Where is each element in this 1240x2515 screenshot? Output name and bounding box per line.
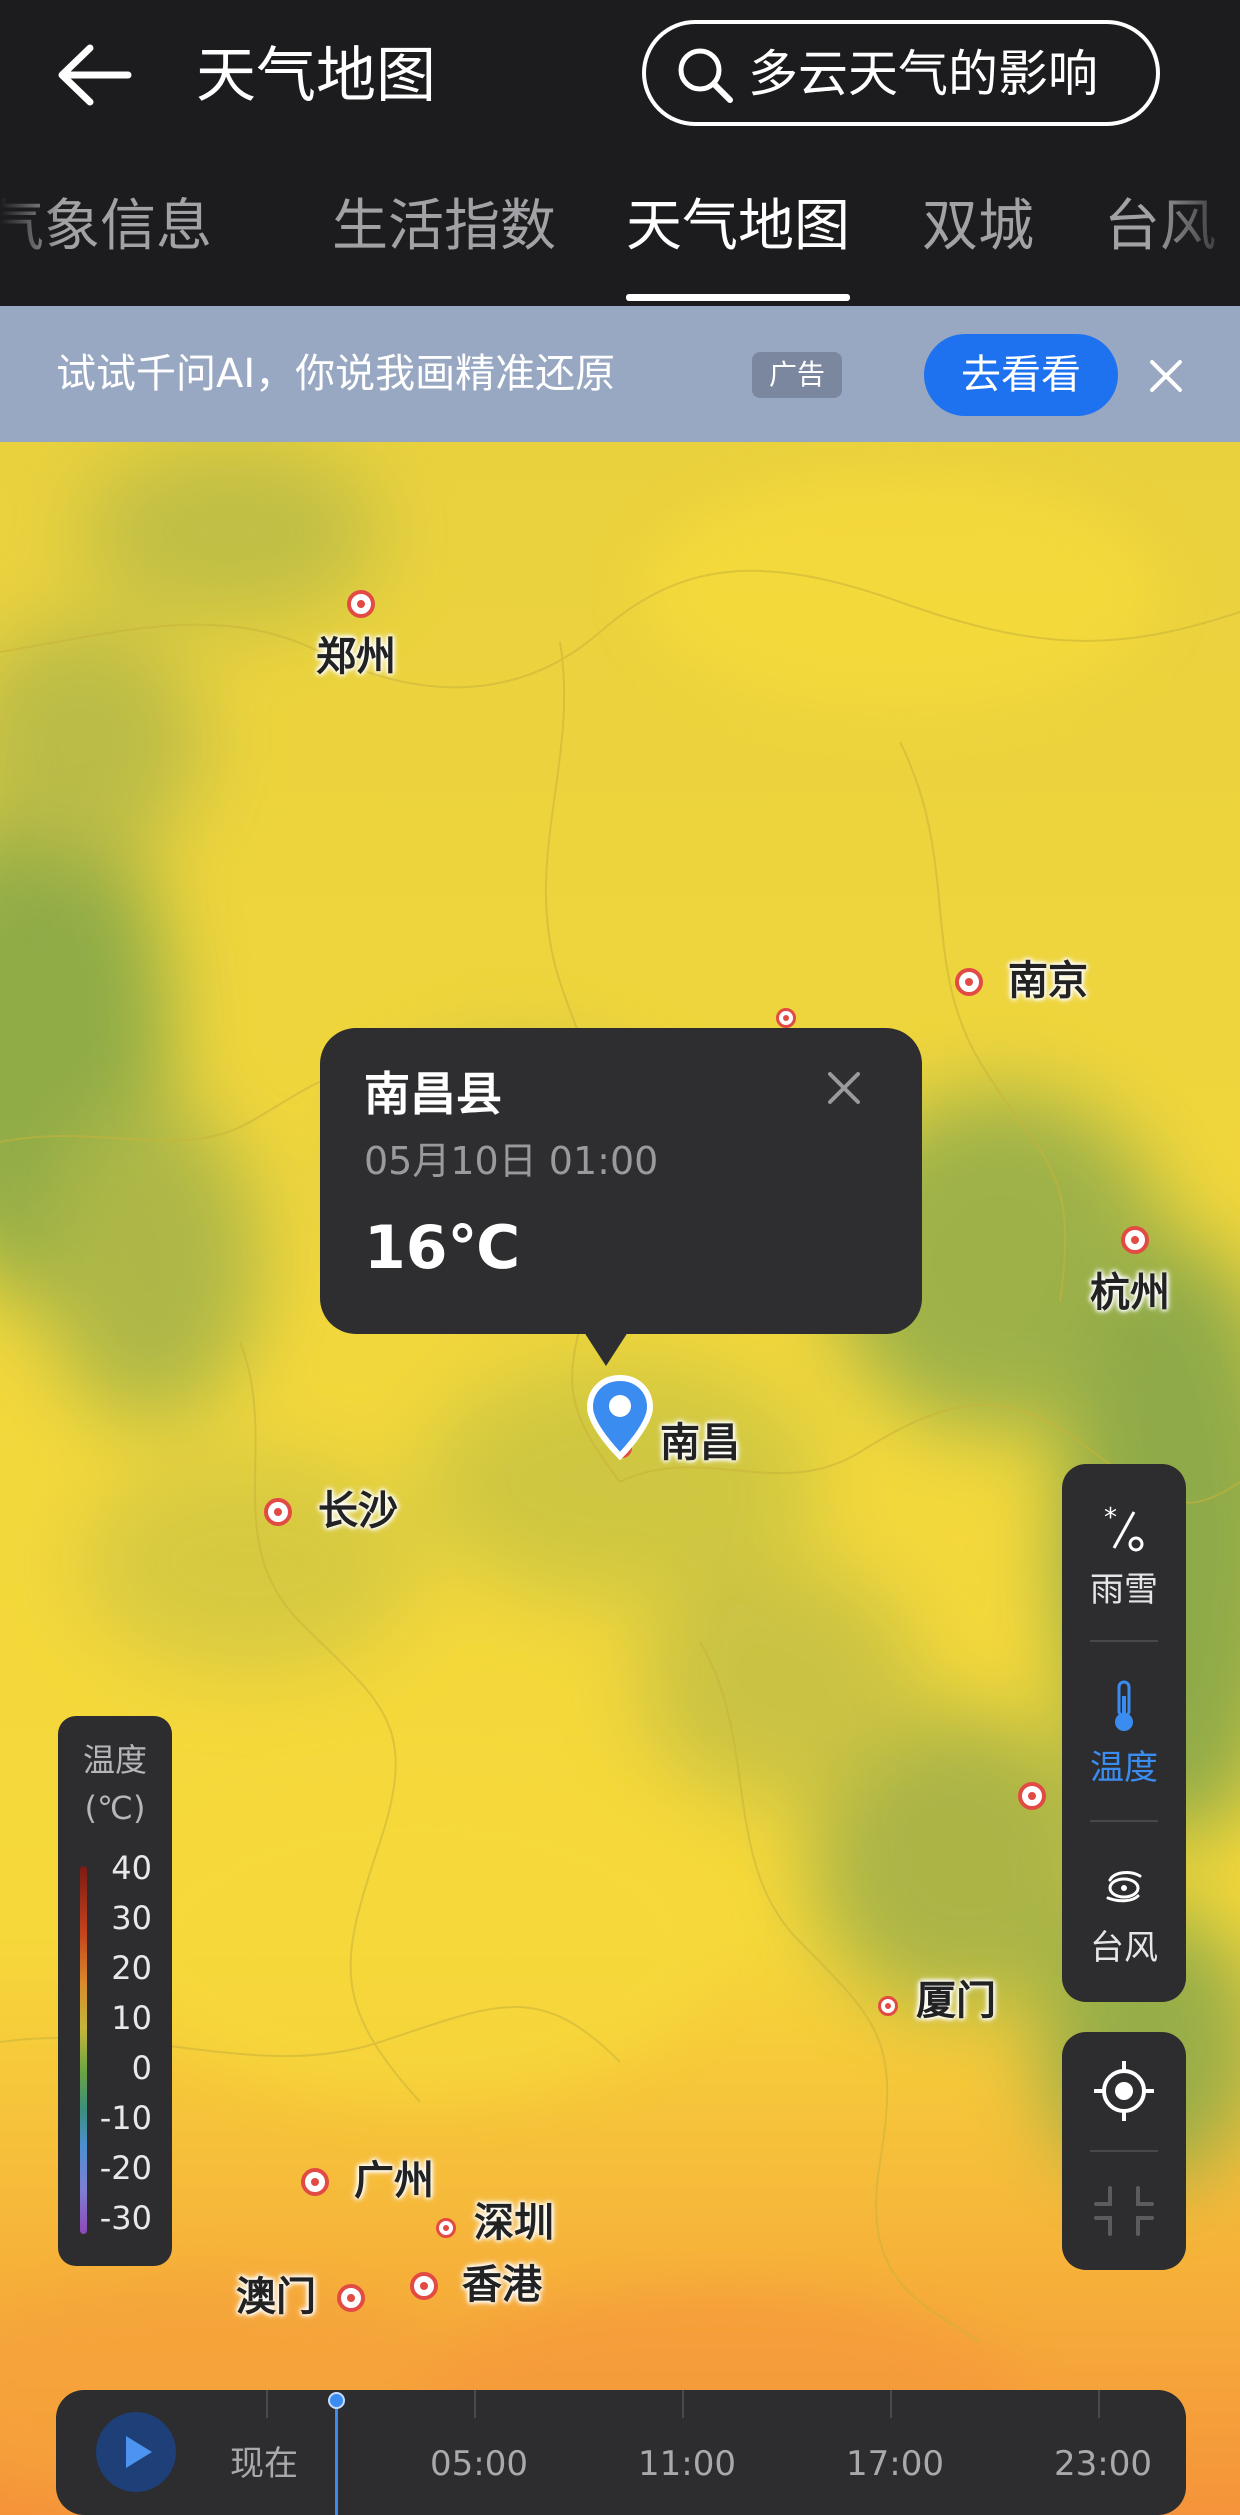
city-label-changsha[interactable]: 长沙 xyxy=(318,1486,398,1536)
ad-banner[interactable]: 试试千问AI，你说我画精准还原 广告 去看看 xyxy=(0,306,1240,442)
tab-dual-city[interactable]: 双城 xyxy=(922,192,1034,262)
close-icon[interactable] xyxy=(824,1068,864,1108)
locate-button[interactable] xyxy=(1062,2032,1186,2150)
temperature-map-layer xyxy=(0,442,1240,2515)
legend-tick: 30 xyxy=(111,1899,152,1937)
city-label-nanchang[interactable]: 南昌 xyxy=(660,1418,740,1468)
legend-tick: -20 xyxy=(99,2149,152,2187)
timeline-player[interactable]: 现在 05:00 11:00 17:00 23:00 xyxy=(56,2390,1186,2515)
city-marker-shenzhen[interactable] xyxy=(436,2218,456,2238)
city-label-hongkong[interactable]: 香港 xyxy=(462,2260,542,2310)
svg-text:*: * xyxy=(1104,1503,1117,1533)
time-tick xyxy=(1098,2390,1100,2418)
typhoon-icon xyxy=(1106,1871,1142,1903)
location-pin-icon[interactable] xyxy=(584,1374,656,1464)
layer-rain-snow-label: 雨雪 xyxy=(1090,1570,1158,1610)
city-marker-macau[interactable] xyxy=(337,2284,365,2312)
layer-rain-snow-button[interactable]: * 雨雪 xyxy=(1062,1464,1186,1634)
ad-text: 试试千问AI，你说我画精准还原 xyxy=(56,351,616,397)
city-label-zhengzhou[interactable]: 郑州 xyxy=(316,632,396,682)
legend-tick: 0 xyxy=(131,2049,152,2087)
layer-temperature-button[interactable]: 温度 xyxy=(1062,1642,1186,1812)
close-icon[interactable] xyxy=(1146,356,1186,396)
location-popup[interactable]: 南昌县 05月10日 01:00 16℃ xyxy=(320,1028,922,1366)
tab-life-index[interactable]: 生活指数 xyxy=(332,192,556,262)
popup-datetime: 05月10日 01:00 xyxy=(364,1139,659,1183)
time-tick xyxy=(682,2390,684,2418)
layer-temperature-label: 温度 xyxy=(1090,1748,1158,1788)
city-marker-unlabeled-east[interactable] xyxy=(1018,1782,1046,1810)
city-label-macau[interactable]: 澳门 xyxy=(236,2272,316,2322)
timeline-cursor-handle[interactable] xyxy=(328,2392,345,2409)
city-label-xiamen[interactable]: 厦门 xyxy=(916,1976,996,2026)
legend-tick: 20 xyxy=(111,1949,152,1987)
tabs-fade-left xyxy=(0,150,60,306)
time-label[interactable]: 11:00 xyxy=(638,2442,736,2486)
tab-bar: 气象信息 生活指数 天气地图 双城 台风 xyxy=(0,150,1240,306)
ad-badge: 广告 xyxy=(752,352,842,398)
city-marker-guangzhou[interactable] xyxy=(301,2168,329,2196)
time-label[interactable]: 23:00 xyxy=(1054,2442,1152,2486)
ad-cta-button[interactable]: 去看看 xyxy=(924,334,1118,416)
top-bar: 天气地图 多云天气的影响 xyxy=(0,0,1240,150)
play-button[interactable] xyxy=(96,2412,176,2492)
city-label-hangzhou[interactable]: 杭州 xyxy=(1090,1268,1170,1318)
search-input[interactable]: 多云天气的影响 xyxy=(642,20,1160,126)
legend-title-line1: 温度 xyxy=(82,1741,147,1779)
city-label-nanjing[interactable]: 南京 xyxy=(1008,956,1088,1006)
city-marker-nanjing[interactable] xyxy=(955,968,983,996)
legend-tick: 40 xyxy=(111,1849,152,1887)
city-marker-unlabeled[interactable] xyxy=(776,1008,796,1028)
search-icon xyxy=(678,48,733,103)
time-label-now[interactable]: 现在 xyxy=(230,2442,298,2486)
time-tick xyxy=(474,2390,476,2418)
search-query-text: 多云天气的影响 xyxy=(748,45,1098,103)
city-marker-zhengzhou[interactable] xyxy=(347,590,375,618)
shrink-button[interactable] xyxy=(1062,2152,1186,2270)
map-tools xyxy=(1062,2032,1186,2270)
tabs-fade-right xyxy=(1150,150,1240,306)
city-marker-changsha[interactable] xyxy=(264,1498,292,1526)
rain-snow-icon: * xyxy=(1104,1503,1144,1552)
time-label[interactable]: 05:00 xyxy=(430,2442,528,2486)
time-tick xyxy=(890,2390,892,2418)
locate-icon xyxy=(1094,2061,1154,2121)
shrink-icon xyxy=(1094,2186,1154,2236)
legend-title: 温度 (℃) xyxy=(58,1736,172,1832)
legend-tick: -30 xyxy=(99,2199,152,2237)
back-button[interactable] xyxy=(50,30,150,120)
popup-pointer xyxy=(584,1332,628,1366)
tab-weather-map[interactable]: 天气地图 xyxy=(626,192,850,262)
city-marker-xiamen[interactable] xyxy=(878,1996,898,2016)
time-label[interactable]: 17:00 xyxy=(846,2442,944,2486)
legend-color-scale xyxy=(80,1866,87,2234)
legend-title-unit: (℃) xyxy=(84,1789,146,1827)
city-label-shenzhen[interactable]: 深圳 xyxy=(474,2198,554,2248)
tab-active-indicator xyxy=(626,294,850,301)
popup-location-name: 南昌县 xyxy=(364,1067,502,1121)
legend-tick: -10 xyxy=(99,2099,152,2137)
temperature-legend: 温度 (℃) 40 30 20 10 0 -10 -20 -30 xyxy=(58,1716,172,2266)
time-tick xyxy=(266,2390,268,2418)
city-marker-hangzhou[interactable] xyxy=(1121,1226,1149,1254)
layer-typhoon-button[interactable]: 台风 xyxy=(1062,1822,1186,1992)
weather-map[interactable]: 郑州 南京 杭州 南昌 长沙 厦门 广州 深圳 澳门 香港 南昌县 05月10日… xyxy=(0,442,1240,2515)
page-title: 天气地图 xyxy=(196,41,436,111)
layer-switcher: * 雨雪 温度 台风 xyxy=(1062,1464,1186,2002)
legend-tick: 10 xyxy=(111,1999,152,2037)
city-label-guangzhou[interactable]: 广州 xyxy=(354,2156,434,2206)
layer-typhoon-label: 台风 xyxy=(1090,1928,1158,1968)
thermometer-icon xyxy=(1115,1680,1133,1731)
arrow-left-icon xyxy=(58,44,132,106)
popup-temperature: 16℃ xyxy=(364,1213,521,1283)
city-marker-hongkong[interactable] xyxy=(410,2272,438,2300)
timeline-cursor[interactable] xyxy=(335,2398,338,2515)
